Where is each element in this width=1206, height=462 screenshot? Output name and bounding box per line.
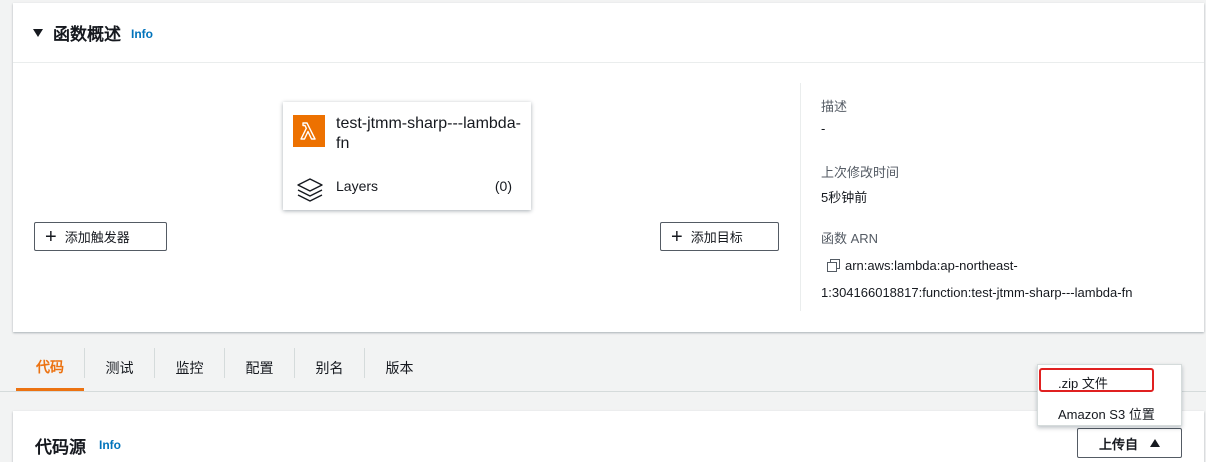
arn-line-1: arn:aws:lambda:ap-northeast- (827, 258, 1018, 273)
plus-icon: + (45, 225, 57, 248)
add-destination-label: 添加目标 (690, 230, 743, 245)
add-trigger-label: 添加触发器 (64, 230, 130, 245)
add-trigger-button[interactable]: + 添加触发器 (34, 222, 167, 251)
tab-versions[interactable]: 版本 (365, 345, 434, 391)
code-source-info-link[interactable]: Info (99, 438, 121, 452)
description-value: - (821, 121, 826, 136)
last-modified-label: 上次修改时间 (821, 165, 900, 180)
overview-title: 函数概述 (53, 25, 121, 44)
function-name: test-jtmm-sharp---lambda-fn (336, 115, 521, 152)
tab-monitor[interactable]: 监控 (155, 345, 224, 391)
tab-test[interactable]: 测试 (85, 345, 154, 391)
function-tabs: 代码 测试 监控 配置 别名 版本 (0, 345, 1206, 392)
last-modified-value: 5秒钟前 (821, 190, 868, 205)
copy-icon[interactable] (827, 259, 840, 272)
layers-label[interactable]: Layers (336, 178, 378, 194)
panel-divider (800, 83, 801, 311)
description-label: 描述 (821, 99, 848, 114)
arn-value-line-1: arn:aws:lambda:ap-northeast- (845, 258, 1018, 273)
function-card[interactable]: test-jtmm-sharp---lambda-fn Layers (0) (283, 102, 531, 210)
caret-up-icon (1150, 439, 1160, 447)
add-destination-button[interactable]: + 添加目标 (660, 222, 779, 251)
layers-count: (0) (494, 178, 512, 194)
code-source-panel: 代码源 Info (13, 411, 1204, 462)
plus-icon: + (671, 225, 683, 248)
collapse-caret-icon[interactable] (33, 28, 43, 37)
layers-icon (295, 176, 325, 204)
tab-configuration[interactable]: 配置 (225, 345, 294, 391)
menu-item-s3-location[interactable]: Amazon S3 位置 (1038, 404, 1183, 423)
lambda-icon (293, 115, 325, 147)
upload-from-button[interactable]: 上传自 (1077, 428, 1182, 458)
code-source-title: 代码源 (35, 438, 86, 457)
function-overview-panel: 函数概述 Info test-jtmm-sharp---lambda-fn La… (13, 3, 1204, 332)
tab-aliases[interactable]: 别名 (295, 345, 364, 391)
arn-label: 函数 ARN (821, 231, 879, 246)
arn-value-line-2: 1:304166018817:function:test-jtmm-sharp-… (821, 285, 1133, 300)
overview-info-link[interactable]: Info (131, 27, 153, 41)
tab-code[interactable]: 代码 (16, 345, 84, 391)
highlight-box (1039, 368, 1154, 392)
upload-from-label: 上传自 (1098, 436, 1138, 452)
overview-header[interactable]: 函数概述 Info (13, 3, 1204, 63)
